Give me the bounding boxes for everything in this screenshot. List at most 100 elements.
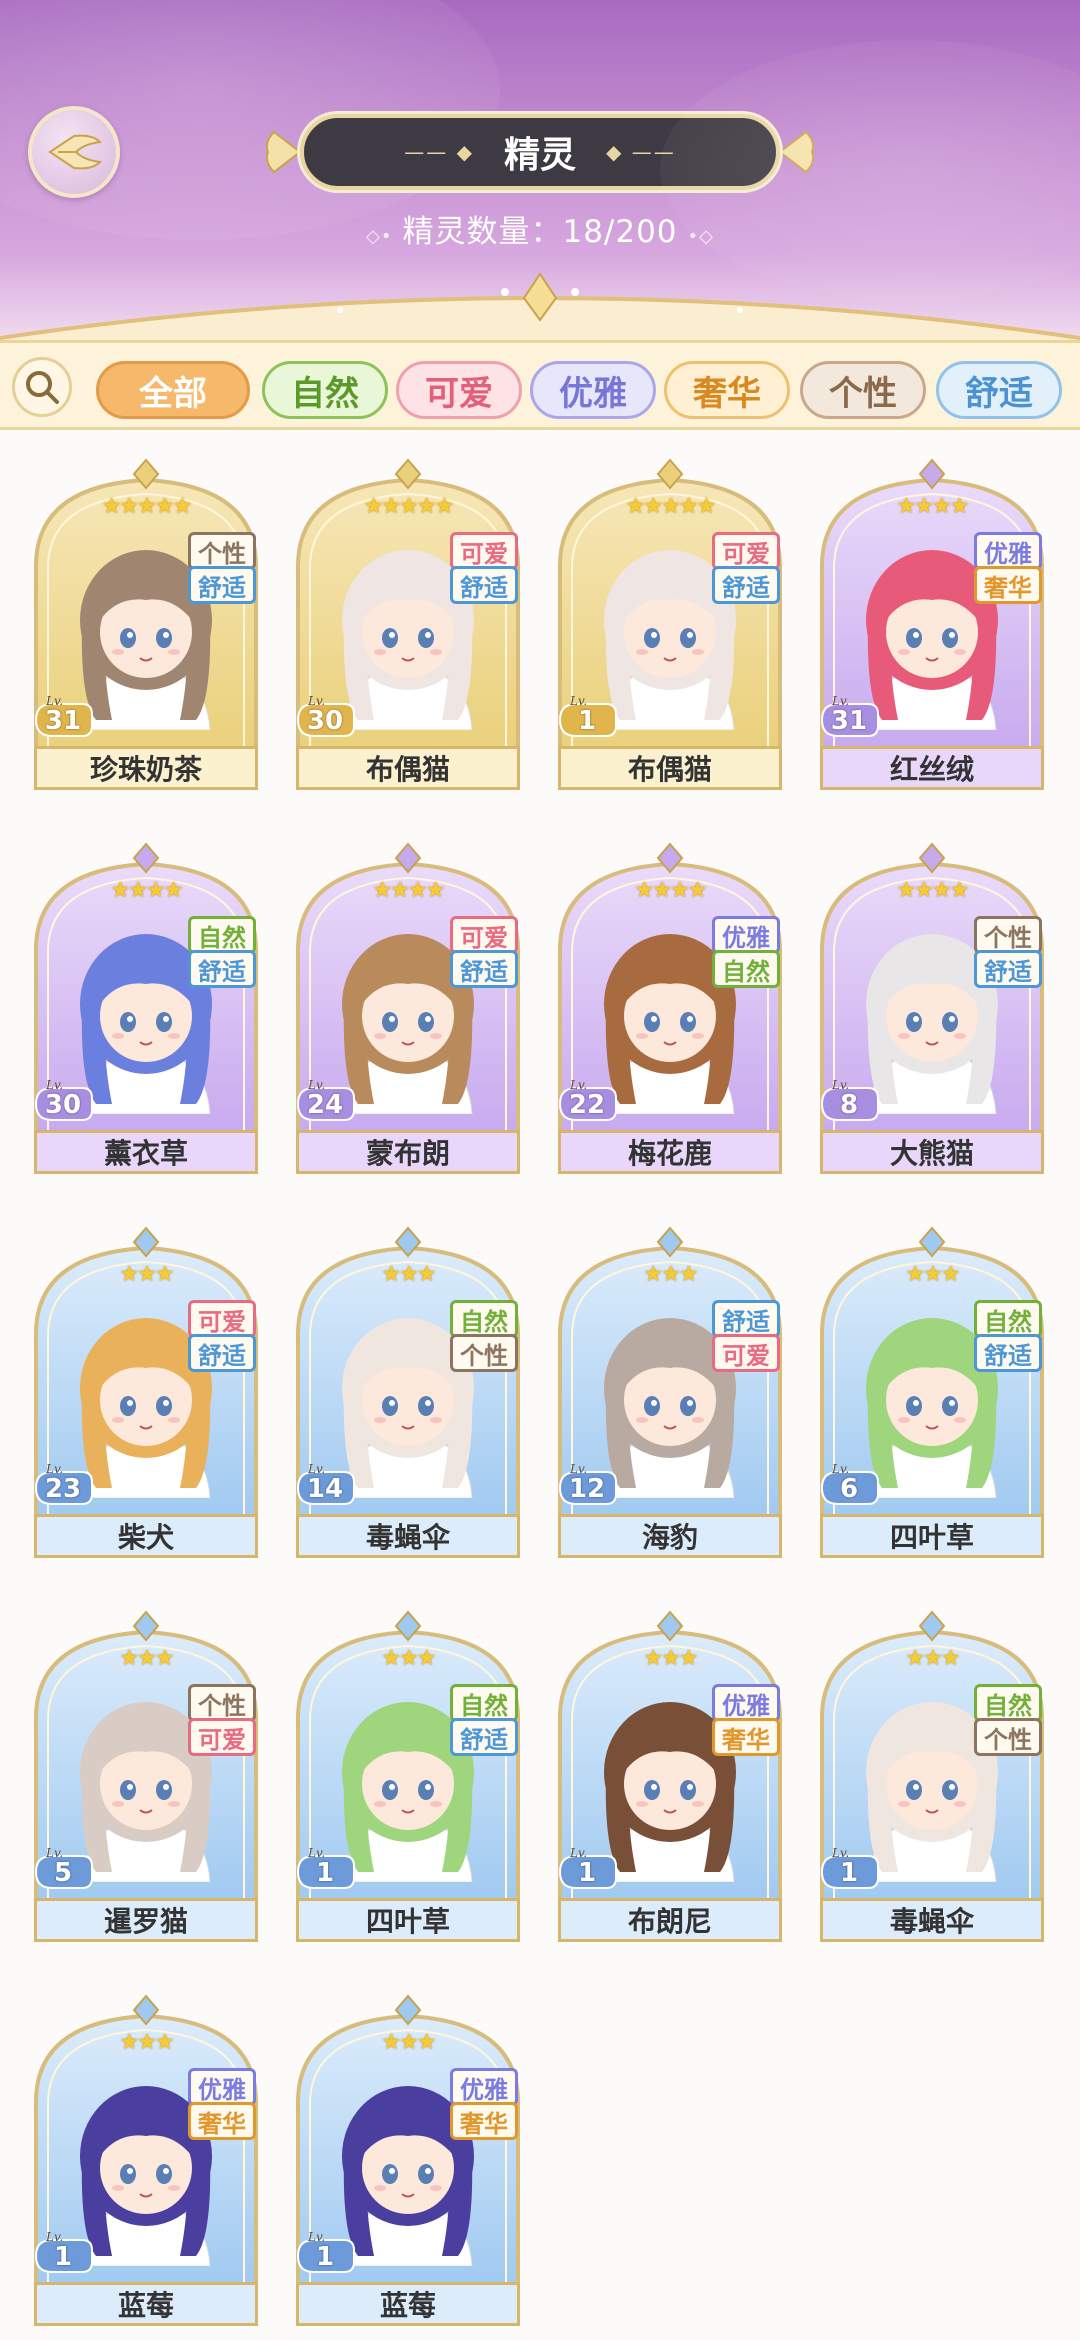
filter-tab-1[interactable]: 自然 [262,361,388,419]
filter-tab-4[interactable]: 奢华 [664,361,790,419]
level-value: 1 [577,1858,597,1888]
attribute-tag: 个性 [974,916,1042,954]
attribute-tag: 舒适 [188,950,256,988]
header: —— ◆ 精灵 ◆ —— ◇• 精灵数量：18/200 •◇ [0,0,1080,340]
spirit-name: 四叶草 [296,1898,520,1942]
spirit-count: ◇• 精灵数量：18/200 •◇ [0,206,1080,251]
search-button[interactable] [12,357,72,417]
attribute-tag: 舒适 [450,566,518,604]
rarity-stars: ★★★★★ [101,494,193,519]
attribute-tag: 优雅 [712,916,780,954]
attribute-tag: 优雅 [712,1684,780,1722]
header-gold-trim [0,272,1080,340]
attribute-tag: 自然 [712,950,780,988]
spirit-card[interactable]: ★★★★★ 可爱 舒适 Lv. 1 布偶猫 [552,456,788,796]
level-value: 31 [830,706,868,736]
page-title: 精灵 [503,135,576,176]
rarity-stars: ★★★★★ [625,494,717,519]
spirit-name: 大熊猫 [820,1130,1044,1174]
back-button[interactable] [28,106,120,198]
spirit-count-label: 精灵数量： [402,214,563,250]
attribute-tag: 舒适 [450,1718,518,1756]
spirit-name: 珍珠奶茶 [34,746,258,790]
spirit-name: 红丝绒 [820,746,1044,790]
spirit-card[interactable]: ★★★★★ 可爱 舒适 Lv. 30 布偶猫 [290,456,526,796]
spirit-name: 柴犬 [34,1514,258,1558]
attribute-tag: 舒适 [974,950,1042,988]
attribute-tag: 奢华 [712,1718,780,1756]
level-value: 8 [839,1090,859,1120]
back-wing-icon [48,134,103,170]
level-value: 30 [44,1090,82,1120]
filter-tab-0[interactable]: 全部 [96,361,250,419]
title-right-ornament [778,130,815,174]
level-value: 1 [315,1858,335,1888]
level-value: 1 [315,2242,335,2272]
level-value: 23 [44,1474,82,1504]
attribute-tag: 舒适 [188,566,256,604]
search-icon [26,371,59,404]
rarity-stars: ★★★★ [634,878,708,903]
attribute-tag: 自然 [450,1684,518,1722]
attribute-tag: 可爱 [712,532,780,570]
spirit-name: 蓝莓 [34,2282,258,2326]
spirit-card[interactable]: ★★★ 自然 舒适 Lv. 6 四叶草 [814,1224,1050,1564]
rarity-stars: ★★★ [381,2030,436,2055]
attribute-tag: 舒适 [712,1300,780,1338]
filter-tab-2[interactable]: 可爱 [396,361,522,419]
rarity-stars: ★★★ [643,1262,698,1287]
spirit-name: 海豹 [558,1514,782,1558]
spirit-card[interactable]: ★★★ 自然 个性 Lv. 14 毒蝇伞 [290,1224,526,1564]
spirit-card[interactable]: ★★★★ 优雅 自然 Lv. 22 梅花鹿 [552,840,788,1180]
title-deco-left: —— ◆ [404,140,474,164]
count-deco-left: ◇• [366,226,393,247]
spirit-card[interactable]: ★★★ 舒适 可爱 Lv. 12 海豹 [552,1224,788,1564]
spirit-card[interactable]: ★★★ 个性 可爱 Lv. 5 暹罗猫 [28,1608,264,1948]
spirit-name: 梅花鹿 [558,1130,782,1174]
filter-tab-3[interactable]: 优雅 [530,361,656,419]
level-value: 1 [577,706,597,736]
level-value: 31 [44,706,82,736]
title-deco-right: ◆ —— [606,140,676,164]
attribute-tag: 优雅 [188,2068,256,2106]
spirit-name: 布偶猫 [558,746,782,790]
level-value: 6 [839,1474,859,1504]
attribute-tag: 自然 [450,1300,518,1338]
attribute-tag: 舒适 [712,566,780,604]
spirit-name: 蒙布朗 [296,1130,520,1174]
rarity-stars: ★★★ [381,1262,436,1287]
level-value: 1 [53,2242,73,2272]
spirit-name: 暹罗猫 [34,1898,258,1942]
level-value: 1 [839,1858,859,1888]
attribute-tag: 舒适 [450,950,518,988]
rarity-stars: ★★★ [643,1646,698,1671]
filter-tab-5[interactable]: 个性 [800,361,926,419]
attribute-tag: 舒适 [974,1334,1042,1372]
spirit-card[interactable]: ★★★ 优雅 奢华 Lv. 1 布朗尼 [552,1608,788,1948]
spirit-card[interactable]: ★★★★ 可爱 舒适 Lv. 24 蒙布朗 [290,840,526,1180]
spirit-name: 蓝莓 [296,2282,520,2326]
spirit-card[interactable]: ★★★★ 个性 舒适 Lv. 8 大熊猫 [814,840,1050,1180]
spirit-name: 布偶猫 [296,746,520,790]
spirit-card[interactable]: ★★★★ 优雅 奢华 Lv. 31 红丝绒 [814,456,1050,796]
attribute-tag: 奢华 [450,2102,518,2140]
level-value: 14 [306,1474,344,1504]
spirit-card[interactable]: ★★★★★ 个性 舒适 Lv. 31 珍珠奶茶 [28,456,264,796]
rarity-stars: ★★★★ [110,878,184,903]
title-banner: —— ◆ 精灵 ◆ —— [300,114,780,190]
spirit-card[interactable]: ★★★ 自然 舒适 Lv. 1 四叶草 [290,1608,526,1948]
spirit-card[interactable]: ★★★★ 自然 舒适 Lv. 30 薰衣草 [28,840,264,1180]
rarity-stars: ★★★★ [896,494,970,519]
rarity-stars: ★★★★ [896,878,970,903]
spirit-card[interactable]: ★★★ 可爱 舒适 Lv. 23 柴犬 [28,1224,264,1564]
spirit-card[interactable]: ★★★ 优雅 奢华 Lv. 1 蓝莓 [28,1992,264,2332]
filter-tab-6[interactable]: 舒适 [936,361,1062,419]
spirit-name: 布朗尼 [558,1898,782,1942]
rarity-stars: ★★★★★ [363,494,455,519]
rarity-stars: ★★★★ [372,878,446,903]
attribute-tag: 可爱 [188,1718,256,1756]
spirit-card[interactable]: ★★★ 自然 个性 Lv. 1 毒蝇伞 [814,1608,1050,1948]
title-left-ornament [265,130,302,174]
spirit-card[interactable]: ★★★ 优雅 奢华 Lv. 1 蓝莓 [290,1992,526,2332]
attribute-tag: 奢华 [188,2102,256,2140]
